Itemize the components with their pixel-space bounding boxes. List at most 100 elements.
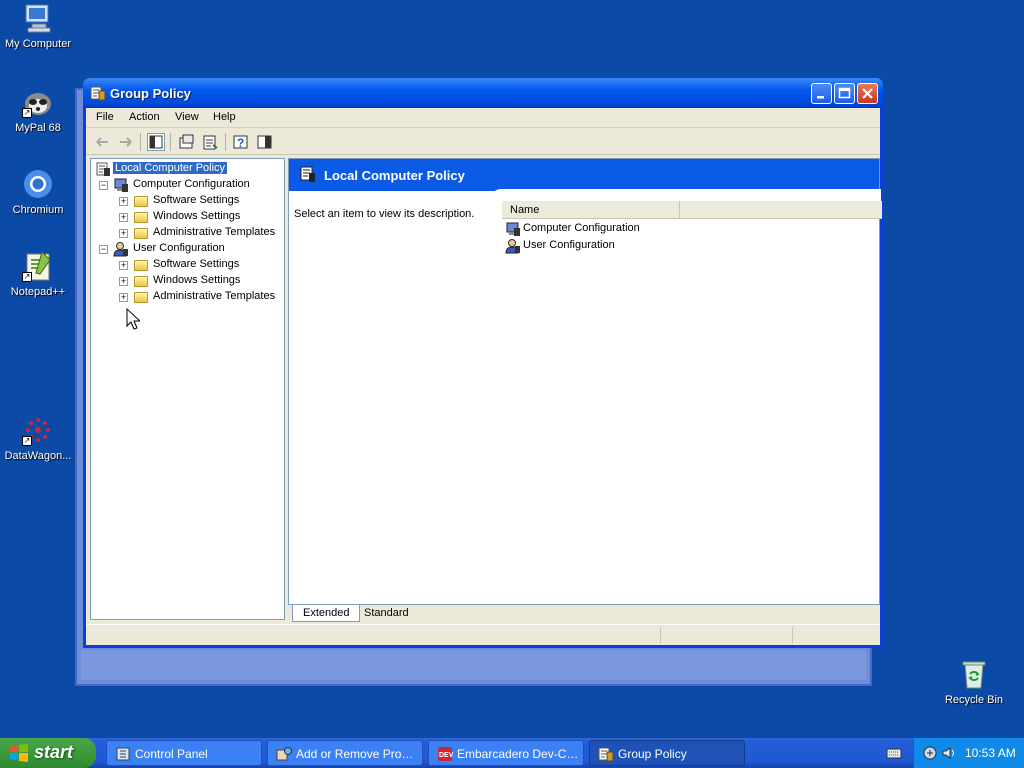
- start-button[interactable]: start: [0, 738, 96, 768]
- help-icon[interactable]: ?: [232, 133, 250, 151]
- shortcut-arrow-icon: ↗: [22, 108, 32, 118]
- tree-node-label: Windows Settings: [153, 210, 241, 222]
- shortcut-arrow-icon: ↗: [22, 436, 32, 446]
- tab-standard[interactable]: Standard: [354, 605, 419, 622]
- list-item-computer-configuration[interactable]: Computer Configuration: [505, 221, 655, 237]
- recycle-bin-icon: [958, 658, 990, 690]
- task-label: Embarcadero Dev-C+...: [457, 747, 579, 761]
- tree-node-label: User Configuration: [133, 242, 225, 254]
- export-list-icon[interactable]: [201, 133, 219, 151]
- clock[interactable]: 10:53 AM: [965, 746, 1016, 760]
- expand-toggle[interactable]: +: [119, 229, 128, 238]
- toolbar-separator: [170, 133, 171, 151]
- status-bar: [86, 624, 880, 644]
- list-item-user-configuration[interactable]: User Configuration: [505, 238, 635, 254]
- keyboard-icon[interactable]: [886, 746, 902, 760]
- tree-node-label: Software Settings: [153, 258, 240, 270]
- forward-icon[interactable]: [116, 133, 134, 151]
- policy-scroll-icon: [95, 161, 111, 177]
- folder-icon: [133, 257, 149, 273]
- tree-node-software-settings[interactable]: + Software Settings: [119, 193, 279, 209]
- network-icon[interactable]: [922, 745, 938, 761]
- tree-node-label: Local Computer Policy: [113, 162, 228, 174]
- desktop-icon-label: MyPal 68: [15, 122, 61, 134]
- back-icon[interactable]: [94, 133, 112, 151]
- mouse-cursor-icon: [126, 308, 140, 330]
- column-header-name[interactable]: Name: [502, 201, 680, 219]
- menu-file[interactable]: File: [96, 111, 114, 123]
- my-computer-icon: [22, 2, 54, 34]
- desktop-icon-recycle-bin[interactable]: Recycle Bin: [936, 658, 1012, 706]
- toolbar-separator: [140, 133, 141, 151]
- list-header: Name: [502, 201, 882, 219]
- taskbar: start Control Panel Add or Remove Progr.…: [0, 738, 1024, 768]
- desktop-icon-chromium[interactable]: Chromium: [0, 168, 76, 216]
- task-label: Control Panel: [135, 747, 208, 761]
- desktop-icon-label: Recycle Bin: [944, 694, 1004, 706]
- collapse-toggle[interactable]: −: [99, 181, 108, 190]
- policy-scroll-icon: [299, 165, 317, 183]
- tree-node-administrative-templates[interactable]: + Administrative Templates: [119, 225, 284, 241]
- menu-action[interactable]: Action: [129, 111, 160, 123]
- task-group-policy[interactable]: Group Policy: [589, 740, 745, 766]
- desktop-icon-notepadpp[interactable]: ↗ Notepad++: [0, 250, 76, 298]
- group-policy-icon: [598, 746, 614, 762]
- show-hide-action-pane-icon[interactable]: [256, 133, 274, 151]
- task-label: Group Policy: [618, 747, 687, 761]
- tree-node-computer-configuration[interactable]: − Computer Configuration: [99, 177, 279, 193]
- tree-node-windows-settings[interactable]: + Windows Settings: [119, 209, 279, 225]
- volume-icon[interactable]: [941, 745, 957, 761]
- toolbar: ?: [86, 129, 880, 155]
- tree-node-software-settings[interactable]: + Software Settings: [119, 257, 279, 273]
- tab-extended[interactable]: Extended: [292, 605, 361, 622]
- maximize-button[interactable]: [834, 83, 855, 104]
- desktop-icon-label: My Computer: [4, 38, 72, 50]
- desktop-icon-my-computer[interactable]: My Computer: [0, 2, 76, 50]
- folder-icon: [133, 273, 149, 289]
- tree-node-windows-settings[interactable]: + Windows Settings: [119, 273, 279, 289]
- title-bar[interactable]: Group Policy: [83, 78, 883, 108]
- window-title: Group Policy: [110, 86, 191, 101]
- show-hide-tree-icon[interactable]: [147, 133, 165, 151]
- menu-help[interactable]: Help: [213, 111, 236, 123]
- expand-toggle[interactable]: +: [119, 261, 128, 270]
- group-policy-window: Group Policy File Action View Help ? Loc…: [83, 78, 883, 648]
- expand-toggle[interactable]: +: [119, 213, 128, 222]
- console-tree: Local Computer Policy − Computer Configu…: [90, 158, 285, 620]
- toolbar-separator: [225, 133, 226, 151]
- datawagon-icon: ↗: [22, 414, 54, 446]
- tree-node-local-computer-policy[interactable]: Local Computer Policy: [95, 161, 285, 177]
- desktop-icon-label: Notepad++: [10, 286, 66, 298]
- start-label: start: [34, 742, 74, 762]
- expand-toggle[interactable]: +: [119, 197, 128, 206]
- close-button[interactable]: [857, 83, 878, 104]
- properties-icon[interactable]: [177, 133, 195, 151]
- collapse-toggle[interactable]: −: [99, 245, 108, 254]
- tree-node-user-configuration[interactable]: − User Configuration: [99, 241, 279, 257]
- expand-toggle[interactable]: +: [119, 293, 128, 302]
- tree-node-label: Administrative Templates: [153, 226, 276, 238]
- tree-node-label: Computer Configuration: [133, 178, 250, 190]
- desktop-icon-datawagon[interactable]: ↗ DataWagon...: [0, 414, 76, 462]
- desktop-icon-label: DataWagon...: [4, 450, 72, 462]
- user-config-icon: [505, 238, 521, 254]
- tree-node-label: Software Settings: [153, 194, 240, 206]
- folder-icon: [133, 209, 149, 225]
- menu-view[interactable]: View: [175, 111, 199, 123]
- task-control-panel[interactable]: Control Panel: [106, 740, 262, 766]
- expand-toggle[interactable]: +: [119, 277, 128, 286]
- view-tabs: Extended Standard: [288, 604, 880, 622]
- pane-header-title: Local Computer Policy: [324, 168, 465, 183]
- user-config-icon: [113, 241, 129, 257]
- minimize-button[interactable]: [811, 83, 832, 104]
- pane-header: Local Computer Policy: [289, 159, 879, 191]
- control-panel-icon: [115, 746, 131, 762]
- tree-node-label: Administrative Templates: [153, 290, 276, 302]
- task-add-remove-programs[interactable]: Add or Remove Progr...: [267, 740, 423, 766]
- tree-node-administrative-templates[interactable]: + Administrative Templates: [119, 289, 284, 305]
- raccoon-browser-icon: ↗: [22, 86, 54, 118]
- description-text: Select an item to view its description.: [294, 208, 475, 220]
- desktop-icon-mypal[interactable]: ↗ MyPal 68: [0, 86, 76, 134]
- task-embarcadero-devcpp[interactable]: DEV Embarcadero Dev-C+...: [428, 740, 584, 766]
- details-pane: Local Computer Policy Select an item to …: [288, 158, 882, 621]
